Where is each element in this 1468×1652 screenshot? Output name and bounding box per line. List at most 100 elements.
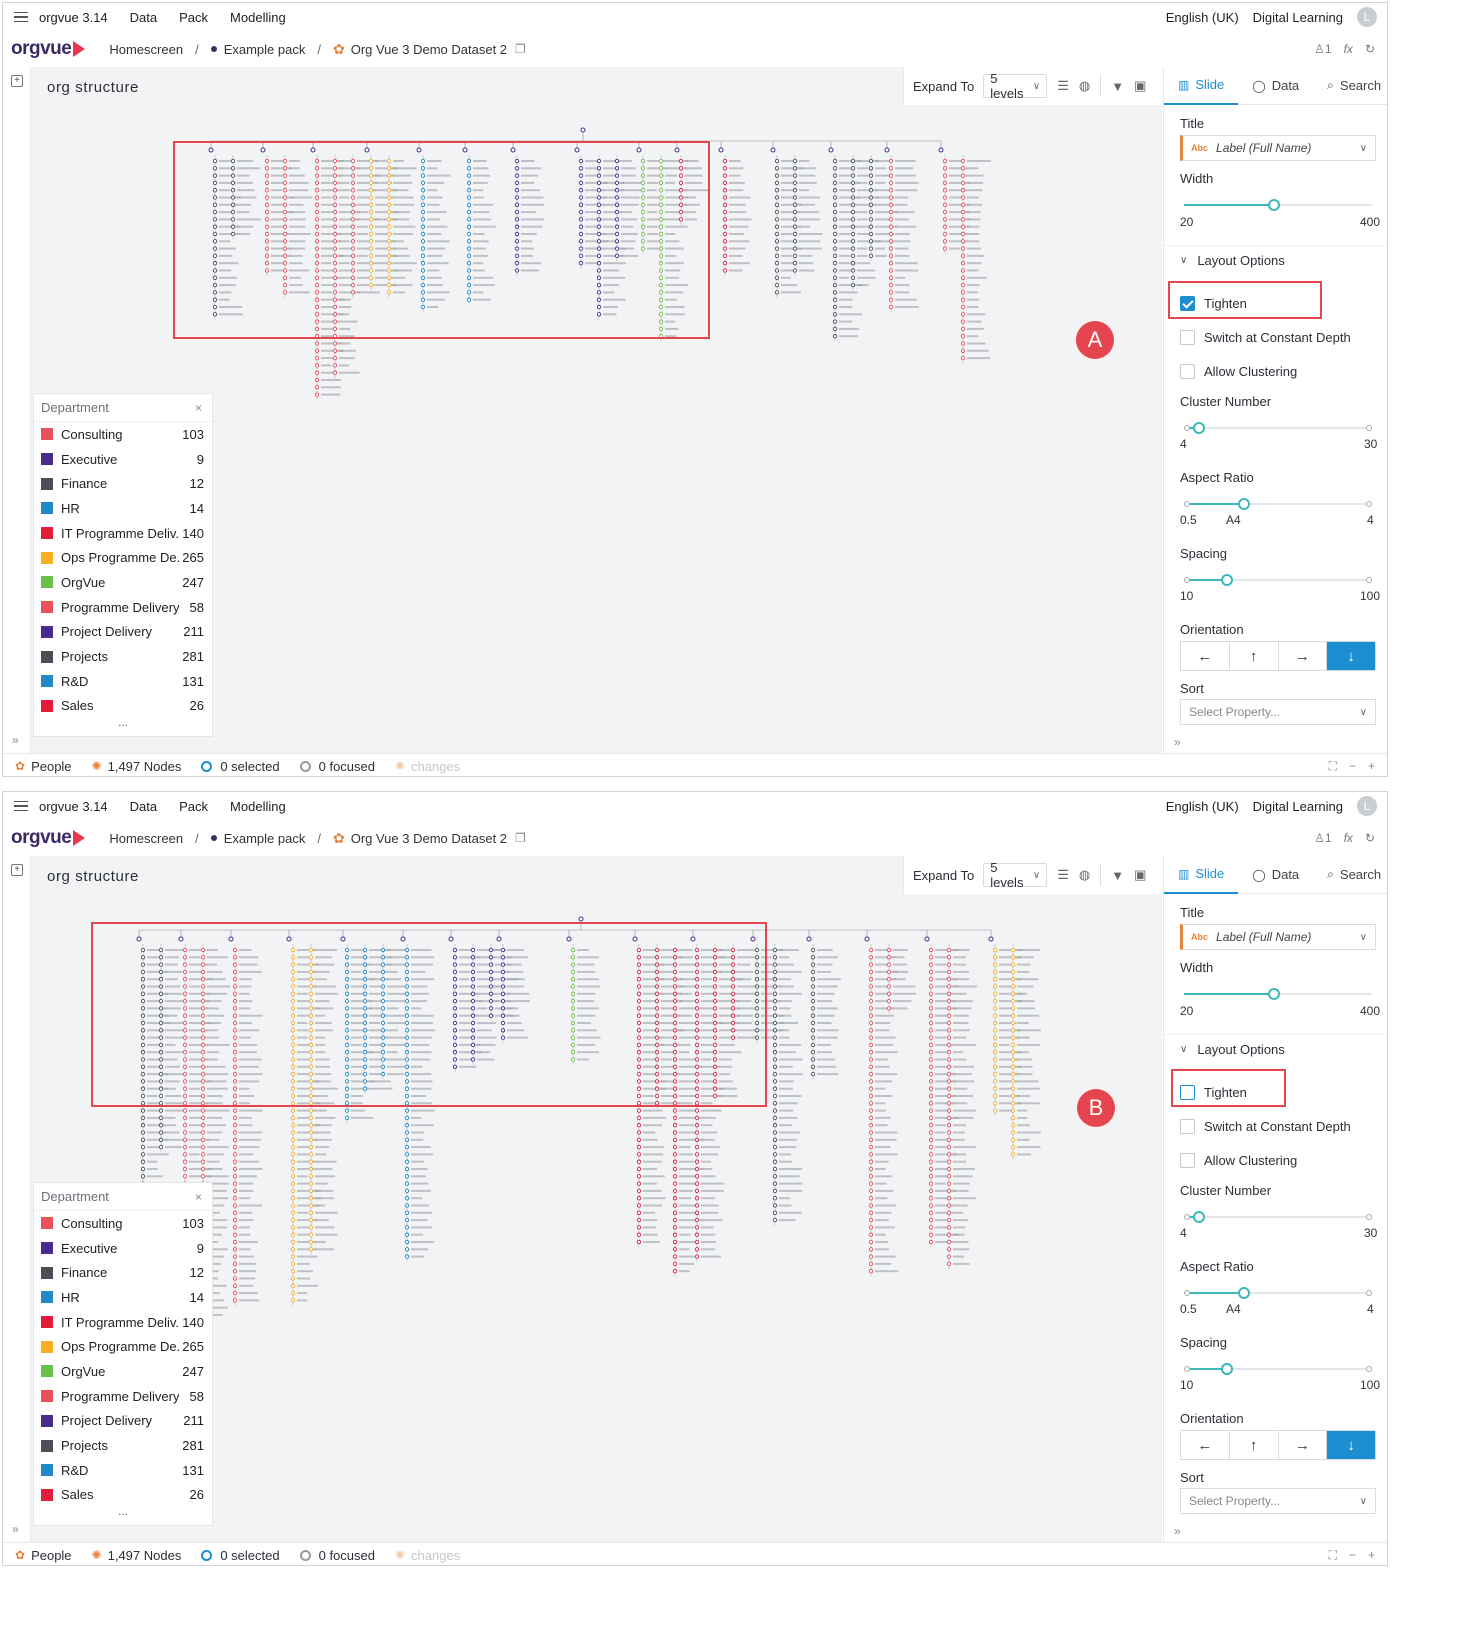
org-node[interactable] [140, 1108, 146, 1113]
org-node[interactable] [946, 1144, 952, 1150]
org-node[interactable] [470, 991, 476, 996]
org-node[interactable] [772, 1006, 778, 1011]
org-node[interactable] [290, 1137, 296, 1142]
org-node[interactable] [694, 1101, 700, 1106]
org-node[interactable] [946, 1239, 952, 1245]
org-node[interactable] [694, 1123, 700, 1128]
org-node[interactable] [182, 1093, 188, 1099]
org-node[interactable] [282, 202, 288, 207]
org-node[interactable] [404, 1203, 410, 1208]
org-node[interactable] [640, 188, 646, 193]
menu-pack[interactable]: Pack [179, 799, 208, 814]
org-node[interactable] [928, 1086, 934, 1091]
org-node[interactable] [380, 984, 386, 989]
org-node[interactable] [772, 977, 778, 982]
org-node[interactable] [654, 962, 660, 967]
org-node[interactable] [654, 1028, 660, 1033]
org-node[interactable] [868, 1020, 874, 1026]
org-node[interactable] [722, 224, 728, 229]
org-node[interactable] [774, 166, 780, 171]
org-node[interactable] [264, 166, 270, 171]
org-node[interactable] [212, 188, 218, 193]
org-node[interactable] [946, 1050, 952, 1055]
org-node[interactable] [868, 1188, 874, 1194]
org-node[interactable] [928, 984, 934, 989]
org-node[interactable] [850, 239, 856, 244]
org-node[interactable] [466, 253, 472, 259]
org-node[interactable] [230, 173, 236, 178]
org-node[interactable] [314, 268, 320, 273]
org-node[interactable] [672, 1144, 678, 1150]
org-node[interactable] [182, 1130, 188, 1135]
org-node[interactable] [290, 1217, 296, 1223]
layout-options-header[interactable]: ∨ Layout Options [1164, 1034, 1387, 1064]
org-node[interactable] [386, 253, 392, 259]
hamburger-icon[interactable] [14, 9, 28, 26]
org-node[interactable] [200, 955, 206, 960]
org-node[interactable] [290, 1028, 296, 1033]
org-node[interactable] [672, 1130, 678, 1135]
palette-icon[interactable]: ◍ [1079, 867, 1090, 883]
org-node[interactable] [672, 1188, 678, 1194]
orgvue-logo[interactable]: orgvue [11, 827, 86, 849]
org-node[interactable] [488, 969, 494, 975]
org-node[interactable] [754, 984, 760, 989]
org-node[interactable] [992, 1013, 998, 1018]
org-node[interactable] [1010, 1152, 1016, 1157]
org-node[interactable] [404, 1239, 410, 1245]
org-node[interactable] [596, 217, 602, 222]
org-node[interactable] [314, 319, 320, 324]
org-node[interactable] [658, 217, 664, 222]
org-node[interactable] [772, 984, 778, 989]
org-node[interactable] [868, 1203, 874, 1208]
org-node[interactable] [488, 1006, 494, 1011]
org-node[interactable] [942, 239, 948, 244]
org-node[interactable] [888, 173, 894, 178]
org-node[interactable] [942, 188, 948, 193]
org-node[interactable] [344, 1020, 350, 1026]
org-node[interactable] [712, 1093, 718, 1099]
org-node[interactable] [578, 261, 584, 266]
org-node[interactable] [596, 304, 602, 310]
org-node[interactable] [452, 947, 458, 953]
org-node[interactable] [466, 188, 472, 193]
org-node[interactable] [466, 158, 472, 164]
org-node[interactable] [158, 991, 164, 996]
org-node[interactable] [928, 1020, 934, 1026]
org-node[interactable] [1010, 1042, 1016, 1048]
org-node[interactable] [290, 962, 296, 967]
org-node[interactable] [988, 936, 994, 942]
org-node[interactable] [488, 1013, 494, 1018]
org-node[interactable] [578, 202, 584, 207]
org-node[interactable] [314, 188, 320, 193]
org-node[interactable] [182, 1028, 188, 1033]
org-node[interactable] [380, 1028, 386, 1033]
org-node[interactable] [928, 1196, 934, 1201]
allow-clustering-checkbox[interactable]: Allow Clustering [1180, 364, 1297, 379]
language-menu[interactable]: English (UK) [1166, 10, 1239, 25]
org-node[interactable] [140, 969, 146, 975]
org-node[interactable] [596, 224, 602, 229]
tab-search[interactable]: ⌕ Search [1313, 67, 1387, 105]
org-node[interactable] [868, 998, 874, 1004]
org-node[interactable] [500, 1035, 506, 1040]
org-node[interactable] [420, 188, 426, 193]
org-node[interactable] [452, 962, 458, 967]
org-node[interactable] [232, 1057, 238, 1062]
org-node[interactable] [500, 984, 506, 989]
org-node[interactable] [404, 1057, 410, 1062]
org-node[interactable] [672, 1050, 678, 1055]
org-node[interactable] [694, 1137, 700, 1142]
org-node[interactable] [308, 1130, 314, 1135]
org-node[interactable] [672, 1254, 678, 1259]
org-node[interactable] [596, 195, 602, 200]
org-node[interactable] [772, 1130, 778, 1135]
org-node[interactable] [792, 246, 798, 251]
org-node[interactable] [332, 239, 338, 244]
org-node[interactable] [350, 180, 356, 186]
org-node[interactable] [500, 1028, 506, 1033]
org-node[interactable] [868, 1108, 874, 1113]
org-node[interactable] [212, 275, 218, 280]
org-node[interactable] [640, 180, 646, 186]
org-node[interactable] [614, 180, 620, 186]
